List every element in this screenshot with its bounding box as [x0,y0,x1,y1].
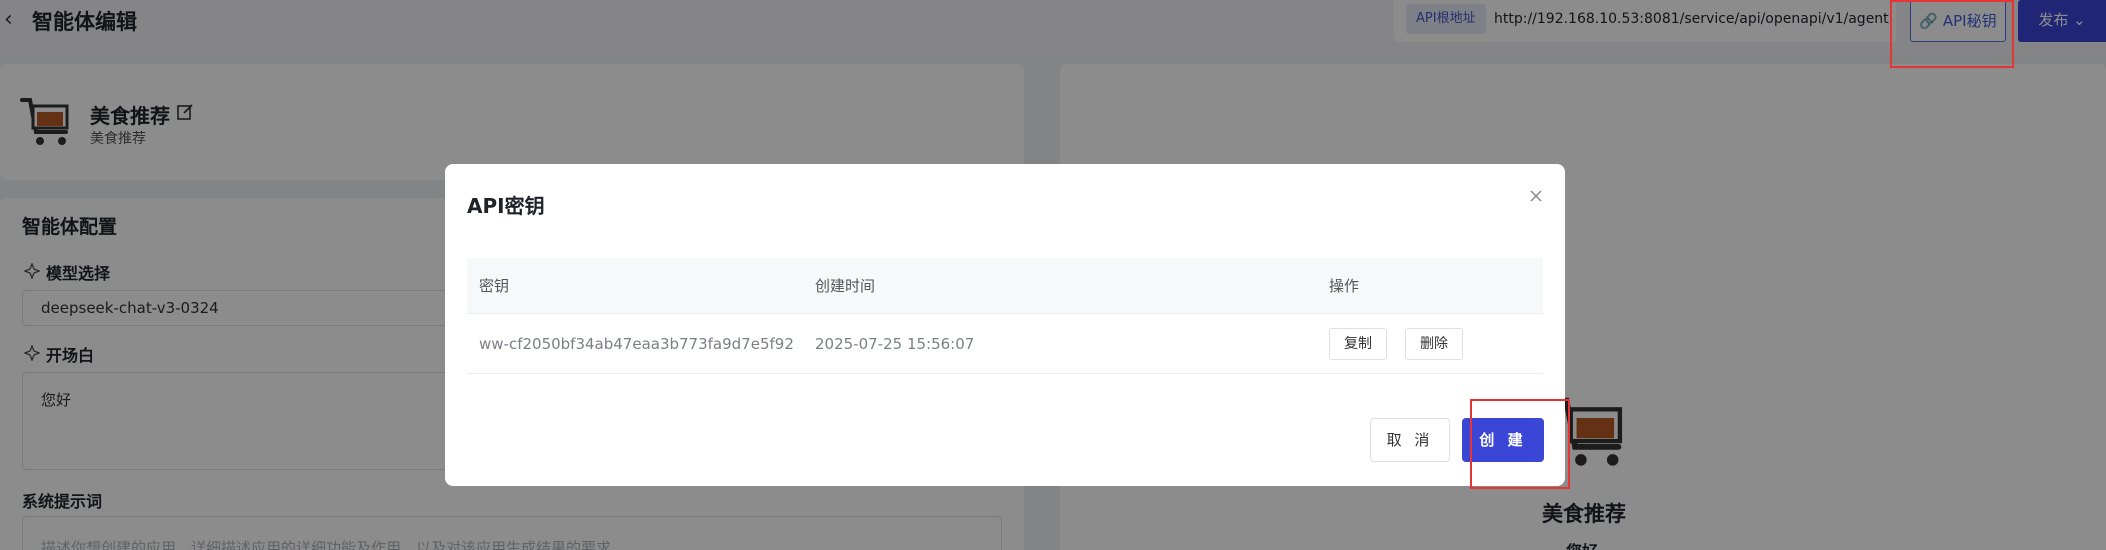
modal-title: API密钥 [467,194,545,218]
copy-button[interactable]: 复制 [1329,328,1387,360]
table-header: 密钥 创建时间 操作 [467,258,1543,314]
api-key-table: 密钥 创建时间 操作 ww-cf2050bf34ab47eaa3b773fa9d… [467,258,1543,374]
created-time: 2025-07-25 15:56:07 [815,335,975,353]
delete-button[interactable]: 删除 [1405,328,1463,360]
cancel-button[interactable]: 取 消 [1370,418,1450,462]
highlight-create-button [1470,399,1570,489]
close-icon[interactable] [1528,188,1544,204]
table-row: ww-cf2050bf34ab47eaa3b773fa9d7e5f92 2025… [467,314,1543,374]
api-key-value: ww-cf2050bf34ab47eaa3b773fa9d7e5f92 [479,335,794,353]
column-header-actions: 操作 [1329,277,1360,295]
column-header-created: 创建时间 [815,277,876,295]
column-header-key: 密钥 [479,277,510,295]
highlight-api-key-button [1890,0,2014,68]
api-key-modal: API密钥 密钥 创建时间 操作 ww-cf2050bf34ab47eaa3b7… [445,164,1565,486]
